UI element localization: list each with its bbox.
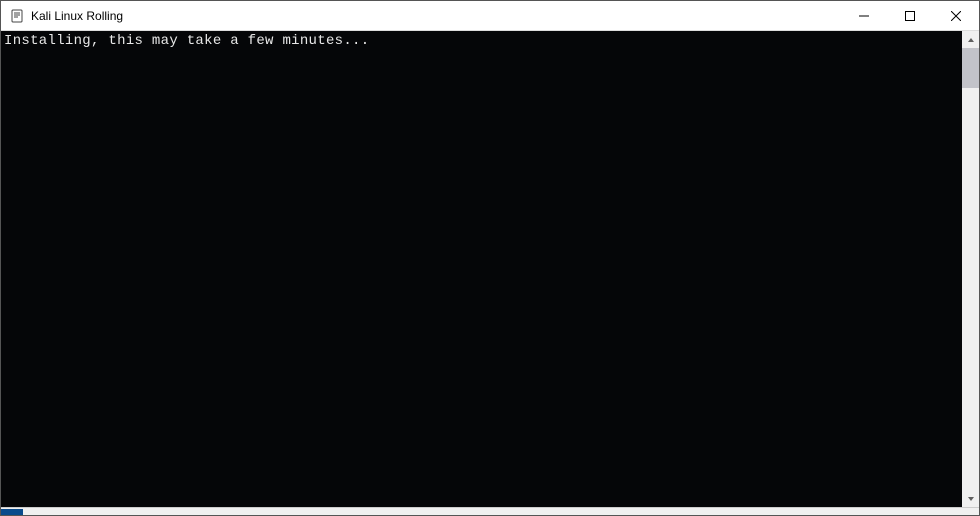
vertical-scrollbar[interactable] bbox=[962, 31, 979, 507]
scrollbar-track[interactable] bbox=[962, 48, 979, 490]
taskbar-accent bbox=[1, 509, 23, 515]
bottom-bar bbox=[1, 507, 979, 515]
scroll-down-button[interactable] bbox=[962, 490, 979, 507]
minimize-button[interactable] bbox=[841, 1, 887, 30]
app-icon bbox=[9, 8, 25, 24]
content-area: Installing, this may take a few minutes.… bbox=[1, 31, 979, 507]
close-button[interactable] bbox=[933, 1, 979, 30]
window-title: Kali Linux Rolling bbox=[31, 9, 123, 23]
scrollbar-thumb[interactable] bbox=[962, 48, 979, 88]
window-controls bbox=[841, 1, 979, 30]
titlebar[interactable]: Kali Linux Rolling bbox=[1, 1, 979, 31]
maximize-button[interactable] bbox=[887, 1, 933, 30]
terminal-output[interactable]: Installing, this may take a few minutes.… bbox=[1, 31, 962, 507]
scroll-up-button[interactable] bbox=[962, 31, 979, 48]
application-window: Kali Linux Rolling Installing, this bbox=[0, 0, 980, 516]
terminal-line: Installing, this may take a few minutes.… bbox=[4, 33, 369, 49]
